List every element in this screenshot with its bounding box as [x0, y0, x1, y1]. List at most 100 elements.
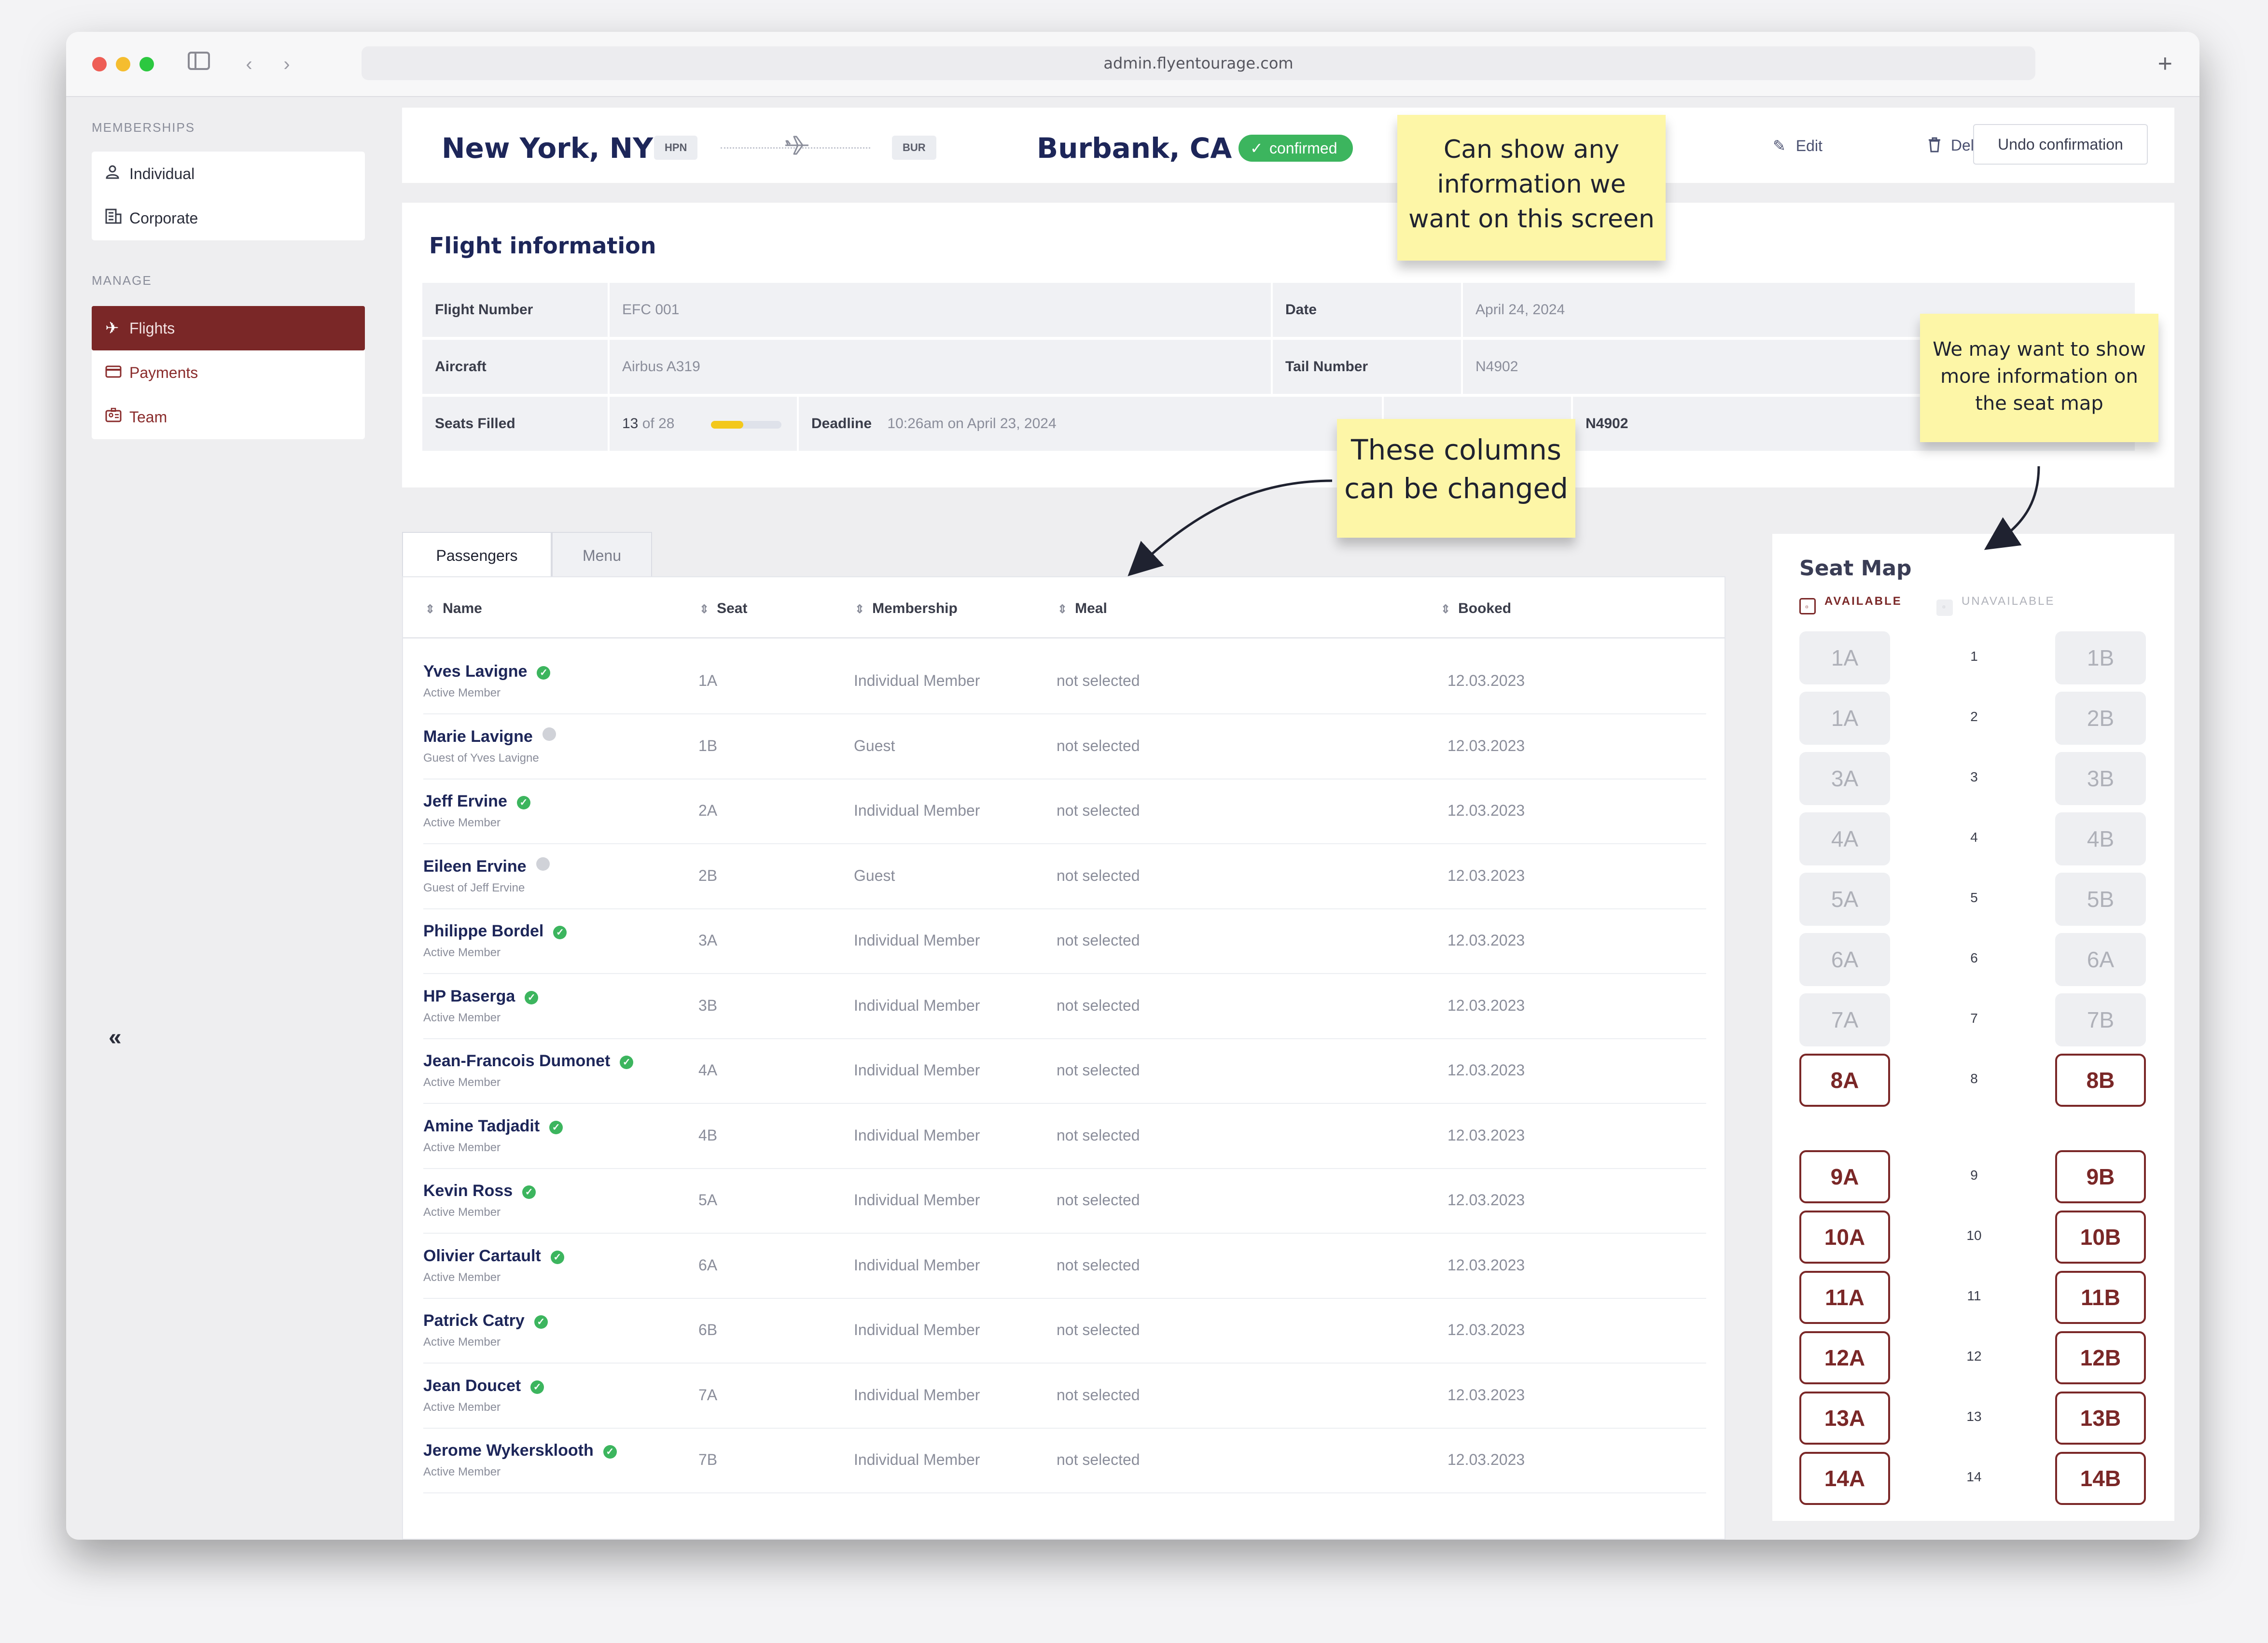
- edit-label: Edit: [1795, 137, 1823, 154]
- maximize-window-button[interactable]: [139, 57, 154, 71]
- sidebar-item-individual[interactable]: Individual: [92, 152, 365, 196]
- tab-passengers[interactable]: Passengers: [402, 532, 552, 577]
- seat-14b[interactable]: 14B: [2055, 1452, 2146, 1505]
- passenger-membership: Guest: [854, 866, 895, 884]
- table-row[interactable]: Jean Doucet ✓ Active Member 7A Individual Me…: [423, 1364, 1706, 1429]
- passenger-seat: 3A: [698, 932, 718, 949]
- column-header-seat[interactable]: ⇕ Seat: [699, 600, 747, 617]
- seat-12b[interactable]: 12B: [2055, 1331, 2146, 1384]
- passenger-name[interactable]: HP Baserga ✓: [423, 987, 539, 1006]
- verified-check-icon: ✓: [530, 1380, 544, 1394]
- legend-label: UNAVAILABLE: [1962, 595, 2055, 608]
- table-row[interactable]: Jeff Ervine ✓ Active Member 2A Individual Me…: [423, 780, 1706, 844]
- passenger-booked-date: 12.03.2023: [1447, 1451, 1525, 1468]
- passenger-name-text: HP Baserga: [423, 987, 515, 1005]
- passenger-membership: Individual Member: [854, 1061, 980, 1079]
- passenger-name[interactable]: Olivier Cartault ✓: [423, 1247, 564, 1266]
- passenger-name[interactable]: Philippe Bordel ✓: [423, 922, 567, 941]
- seat-11b[interactable]: 11B: [2055, 1271, 2146, 1324]
- passenger-seat: 7B: [698, 1451, 718, 1468]
- seat-available-icon: ▫: [1799, 598, 1816, 614]
- seat-8b[interactable]: 8B: [2055, 1054, 2146, 1107]
- flight-header: New York, NY HPN BUR Burbank, CA ✓ confi…: [402, 108, 2174, 183]
- passenger-name[interactable]: Eileen Ervine: [423, 857, 550, 876]
- seat-9a[interactable]: 9A: [1799, 1150, 1890, 1203]
- table-row[interactable]: Marie Lavigne Guest of Yves Lavigne 1B Gues…: [423, 715, 1706, 780]
- seat-10b[interactable]: 10B: [2055, 1211, 2146, 1264]
- close-window-button[interactable]: [92, 57, 107, 71]
- table-row[interactable]: Jean-Francois Dumonet ✓ Active Member 4A Ind…: [423, 1039, 1706, 1104]
- seats-progress-bar: [711, 421, 781, 429]
- edit-button[interactable]: ✎ Edit: [1773, 137, 1823, 155]
- seat-6a: 6A: [2055, 933, 2146, 986]
- verified-check-icon: ✓: [549, 1120, 563, 1134]
- seat-5b: 5B: [2055, 873, 2146, 926]
- address-bar[interactable]: admin.flyentourage.com: [362, 46, 2035, 80]
- passenger-subtitle: Active Member: [423, 1465, 501, 1478]
- sidebar-item-payments[interactable]: Payments: [92, 350, 365, 395]
- passenger-subtitle: Active Member: [423, 1206, 501, 1219]
- table-row[interactable]: Eileen Ervine Guest of Jeff Ervine 2B Guest…: [423, 845, 1706, 909]
- passenger-meal: not selected: [1057, 1126, 1140, 1144]
- collapse-sidebar-button[interactable]: «: [109, 1024, 122, 1051]
- seat-12a[interactable]: 12A: [1799, 1331, 1890, 1384]
- column-header-booked[interactable]: ⇕ Booked: [1441, 600, 1511, 617]
- tab-menu[interactable]: Menu: [552, 532, 652, 577]
- passenger-booked-date: 12.03.2023: [1447, 1061, 1525, 1079]
- seat-13b[interactable]: 13B: [2055, 1392, 2146, 1445]
- column-label: Seat: [717, 600, 748, 616]
- seat-11a[interactable]: 11A: [1799, 1271, 1890, 1324]
- note-line: These columns: [1351, 433, 1561, 466]
- passenger-membership: Individual Member: [854, 1126, 980, 1144]
- seat-14a[interactable]: 14A: [1799, 1452, 1890, 1505]
- verified-check-icon: ✓: [534, 1315, 548, 1329]
- memberships-section-label: MEMBERSHIPS: [92, 120, 195, 135]
- passenger-meal: not selected: [1057, 737, 1140, 754]
- table-row[interactable]: Yves Lavigne ✓ Active Member 1A Individual M…: [423, 650, 1706, 714]
- sidebar-item-corporate[interactable]: Corporate: [92, 196, 365, 240]
- column-header-meal[interactable]: ⇕ Meal: [1057, 600, 1107, 617]
- passenger-name[interactable]: Yves Lavigne ✓: [423, 662, 551, 681]
- passenger-name-text: Olivier Cartault: [423, 1246, 541, 1265]
- seat-10a[interactable]: 10A: [1799, 1211, 1890, 1264]
- forward-icon[interactable]: ›: [274, 51, 300, 77]
- sidebar-item-flights[interactable]: ✈ Flights: [92, 306, 365, 350]
- column-header-membership[interactable]: ⇕ Membership: [855, 600, 958, 617]
- table-row[interactable]: Patrick Catry ✓ Active Member 6B Individual …: [423, 1299, 1706, 1364]
- table-row[interactable]: Jerome Wykersklooth ✓ Active Member 7B Indiv…: [423, 1429, 1706, 1493]
- seat-row-number: 7: [1970, 1011, 1978, 1026]
- column-header-name[interactable]: ⇕ Name: [425, 600, 482, 617]
- passenger-subtitle: Guest of Yves Lavigne: [423, 751, 539, 765]
- seat-row-number: 12: [1966, 1349, 1982, 1364]
- sort-icon: ⇕: [1441, 603, 1451, 616]
- seat-8a[interactable]: 8A: [1799, 1054, 1890, 1107]
- check-icon: ✓: [1250, 139, 1263, 157]
- destination-city: Burbank, CA: [1037, 132, 1232, 165]
- passenger-name[interactable]: Patrick Catry ✓: [423, 1311, 548, 1330]
- passenger-meal: not selected: [1057, 672, 1140, 689]
- passenger-name[interactable]: Jean Doucet ✓: [423, 1377, 544, 1395]
- passenger-name[interactable]: Kevin Ross ✓: [423, 1182, 536, 1200]
- minimize-window-button[interactable]: [116, 57, 130, 71]
- table-row[interactable]: Amine Tadjadit ✓ Active Member 4B Individual…: [423, 1104, 1706, 1169]
- passenger-name[interactable]: Marie Lavigne: [423, 727, 556, 746]
- passenger-name[interactable]: Jean-Francois Dumonet ✓: [423, 1052, 634, 1071]
- seat-9b[interactable]: 9B: [2055, 1150, 2146, 1203]
- seat-13a[interactable]: 13A: [1799, 1392, 1890, 1445]
- passenger-booked-date: 12.03.2023: [1447, 672, 1525, 689]
- passenger-booked-date: 12.03.2023: [1447, 866, 1525, 884]
- new-tab-icon[interactable]: +: [2158, 49, 2172, 78]
- undo-confirmation-button[interactable]: Undo confirmation: [1973, 124, 2148, 165]
- table-row[interactable]: Kevin Ross ✓ Active Member 5A Individual Mem…: [423, 1169, 1706, 1234]
- table-row[interactable]: HP Baserga ✓ Active Member 3B Individual Mem…: [423, 975, 1706, 1039]
- passenger-name[interactable]: Amine Tadjadit ✓: [423, 1117, 563, 1136]
- table-row[interactable]: Philippe Bordel ✓ Active Member 3A Individua…: [423, 909, 1706, 974]
- table-row[interactable]: Olivier Cartault ✓ Active Member 6A Individu…: [423, 1234, 1706, 1299]
- browser-window: ‹ › admin.flyentourage.com + MEMBERSHIPS…: [66, 32, 2199, 1540]
- sidebar-item-team[interactable]: Team: [92, 395, 365, 439]
- passenger-name[interactable]: Jeff Ervine ✓: [423, 792, 530, 811]
- passenger-seat: 6A: [698, 1256, 718, 1274]
- back-icon[interactable]: ‹: [236, 51, 262, 77]
- sidebar-toggle-icon[interactable]: [186, 51, 212, 77]
- passenger-name[interactable]: Jerome Wykersklooth ✓: [423, 1441, 617, 1460]
